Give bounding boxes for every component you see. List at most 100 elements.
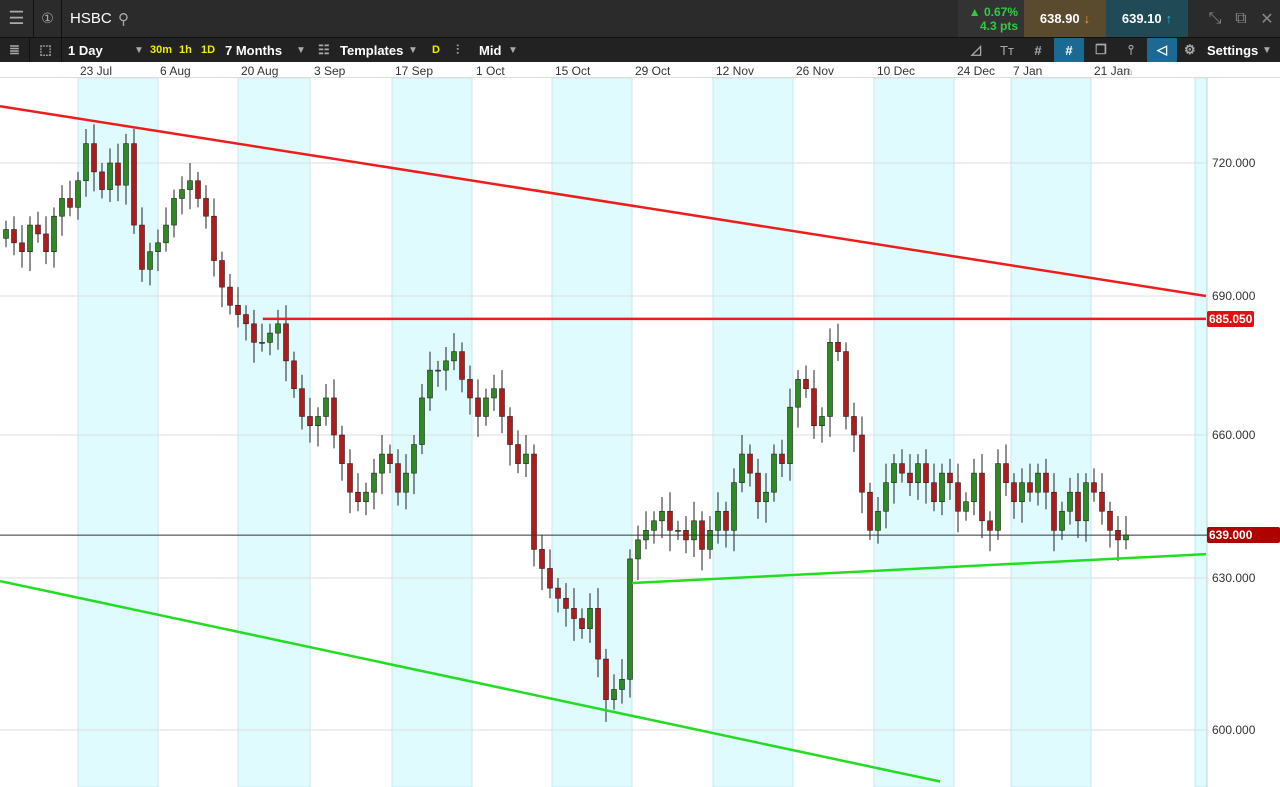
date-axis: 23 Jul 6 Aug 20 Aug 3 Sep 17 Sep 1 Oct 15 Oct 2… <box>0 62 1280 78</box>
candle <box>163 224 169 244</box>
price-type-select[interactable]: Mid <box>479 38 501 62</box>
candle <box>435 369 441 372</box>
candle <box>891 463 897 483</box>
candle <box>459 351 465 380</box>
grid-icon[interactable]: # <box>1022 38 1054 62</box>
date-tick: 1 Oct <box>476 64 505 78</box>
symbol-title[interactable]: HSBC <box>70 0 112 37</box>
candle <box>547 568 553 589</box>
quick-1d[interactable]: 1D <box>201 38 215 62</box>
candle <box>835 342 841 352</box>
candle <box>915 463 921 483</box>
chevron-down-icon[interactable]: ▼ <box>134 38 144 62</box>
candle <box>899 463 905 474</box>
candle <box>403 472 409 493</box>
candle <box>843 351 849 417</box>
interval-select[interactable]: 1 Day <box>68 38 103 62</box>
candle <box>795 379 801 408</box>
candle <box>747 453 753 474</box>
candle <box>1035 472 1041 493</box>
price-chart[interactable] <box>0 78 1280 787</box>
close-icon[interactable]: ✕ <box>1254 0 1280 37</box>
settings-button[interactable]: Settings <box>1207 38 1258 62</box>
candle <box>507 416 513 445</box>
candle <box>235 304 241 315</box>
d-button[interactable]: D <box>432 38 440 62</box>
candle <box>563 597 569 609</box>
workspace-number-icon[interactable]: ① <box>34 0 62 37</box>
chevron-down-icon[interactable]: ▼ <box>408 38 418 62</box>
candle <box>75 180 81 208</box>
candle <box>803 379 809 389</box>
level-price-tag: 685.050 <box>1207 310 1255 327</box>
candle <box>603 658 609 700</box>
week-band <box>873 78 955 787</box>
search-icon[interactable]: ⚲ <box>118 0 129 37</box>
scroll-home-icon[interactable]: ⌂ <box>1126 66 1133 78</box>
candle <box>883 482 889 512</box>
candle <box>859 434 865 493</box>
candle <box>227 286 233 306</box>
layers-icon[interactable]: ❐ <box>1086 38 1116 62</box>
candle <box>523 453 529 464</box>
price-tick: 630.000 <box>1212 571 1256 585</box>
list-icon[interactable]: ≣ <box>0 38 30 62</box>
candle <box>291 360 297 389</box>
candle <box>395 463 401 493</box>
candle <box>723 510 729 531</box>
buy-button[interactable]: 639.10 ↑ <box>1106 0 1188 37</box>
draw-line-icon[interactable]: ◿ <box>962 38 990 62</box>
price-tick: 690.000 <box>1212 289 1256 303</box>
quick-1h[interactable]: 1h <box>179 38 192 62</box>
date-tick: 12 Nov <box>716 64 755 78</box>
candle <box>267 332 273 343</box>
layout-icon[interactable]: ⬚ <box>30 38 62 62</box>
date-tick: 26 Nov <box>796 64 835 78</box>
settings-icon[interactable]: ⚙ <box>1184 38 1196 62</box>
candle <box>107 162 113 190</box>
candle <box>387 453 393 464</box>
candle <box>203 198 209 217</box>
candle <box>827 342 833 417</box>
crosshair-icon[interactable]: ⫯ <box>1116 38 1146 62</box>
text-tool-icon[interactable]: Tт <box>992 38 1022 62</box>
buy-price: 639.10 <box>1121 11 1162 26</box>
popout-icon[interactable]: ⧉ <box>1228 0 1254 37</box>
minimize-icon[interactable]: ⤡ <box>1202 0 1228 37</box>
quick-30m[interactable]: 30m <box>150 38 172 62</box>
candle <box>195 180 201 199</box>
week-band <box>1194 78 1208 787</box>
candle <box>11 229 17 244</box>
candle <box>283 323 289 362</box>
candle <box>299 388 305 417</box>
chart-toolbar: ≣ ⬚ 1 Day ▼ 30m 1h 1D 7 Months ▼ ☷ Templ… <box>0 38 1280 62</box>
candle <box>867 491 873 531</box>
chevron-down-icon[interactable]: ▼ <box>1262 38 1272 62</box>
candle <box>851 416 857 436</box>
chevron-down-icon[interactable]: ▼ <box>508 38 518 62</box>
candle <box>323 397 329 417</box>
date-tick: 24 Dec <box>957 64 996 78</box>
candle <box>1019 482 1025 503</box>
price-tag-icon[interactable]: ◁ <box>1147 38 1177 62</box>
candle <box>379 453 385 474</box>
templates-icon: ☷ <box>318 42 330 57</box>
candle <box>483 397 489 417</box>
range-select[interactable]: 7 Months <box>225 38 282 62</box>
candle <box>499 388 505 417</box>
date-tick: 29 Oct <box>635 64 671 78</box>
candle <box>307 416 313 427</box>
candle <box>995 463 1001 531</box>
candle <box>339 434 345 464</box>
candle <box>739 453 745 483</box>
candle <box>1043 472 1049 493</box>
candle <box>91 143 97 173</box>
grid-snap-icon[interactable]: # <box>1054 38 1084 62</box>
chevron-down-icon[interactable]: ▼ <box>296 38 306 62</box>
sell-button[interactable]: 638.90 ↓ <box>1024 0 1106 37</box>
candle <box>83 143 89 182</box>
templates-button[interactable]: Templates <box>340 38 403 62</box>
menu-icon[interactable]: ☰ <box>0 0 34 37</box>
candle <box>579 618 585 629</box>
candle <box>587 608 593 629</box>
